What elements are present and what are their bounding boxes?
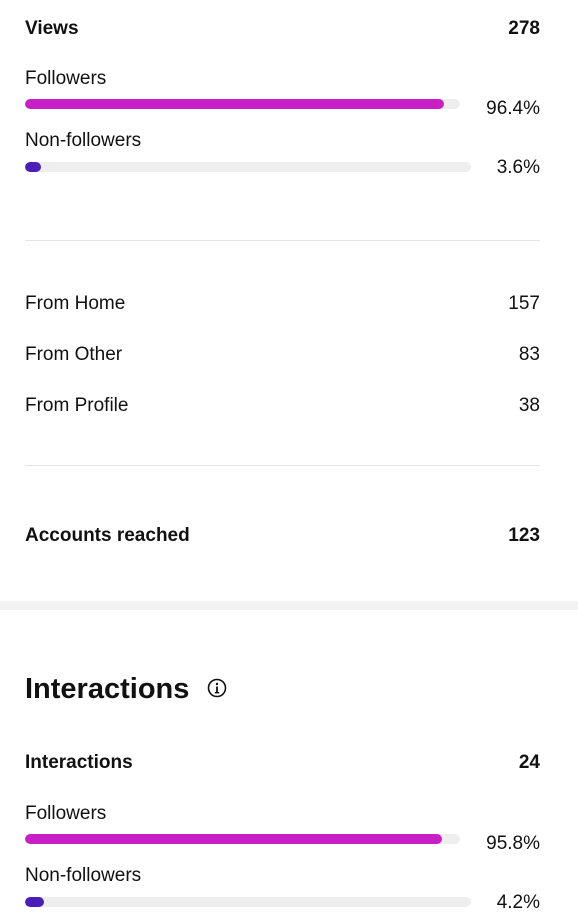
interactions-nonfollowers-bar — [25, 897, 471, 907]
interactions-followers-bar-fill — [25, 834, 442, 844]
views-value: 278 — [508, 18, 540, 39]
interactions-followers-bar — [25, 834, 460, 844]
interactions-label: Interactions — [25, 752, 133, 773]
interactions-followers-percent: 95.8% — [486, 833, 540, 854]
source-row-profile: From Profile 38 — [25, 395, 540, 419]
accounts-reached-row: Accounts reached 123 — [25, 525, 540, 549]
interactions-nonfollowers-bar-fill — [25, 897, 44, 907]
interactions-title: Interactions — [25, 673, 190, 705]
divider — [25, 240, 540, 241]
views-nonfollowers-percent: 3.6% — [496, 157, 540, 178]
accounts-reached-label: Accounts reached — [25, 525, 190, 546]
views-label: Views — [25, 18, 79, 39]
interactions-summary: Interactions 24 — [25, 752, 540, 776]
interactions-followers-label: Followers — [25, 803, 107, 824]
views-followers-percent: 96.4% — [486, 98, 540, 119]
interactions-value: 24 — [518, 752, 540, 773]
source-label: From Other — [25, 344, 123, 365]
interactions-nonfollowers-label: Non-followers — [25, 865, 142, 886]
views-nonfollowers-bar — [25, 162, 471, 172]
interactions-breakdown: Followers 95.8% Non-followers 4.2% — [25, 803, 540, 921]
info-icon[interactable] — [207, 678, 227, 698]
divider — [25, 465, 540, 466]
views-breakdown: Followers 96.4% Non-followers 3.6% — [25, 68, 540, 188]
views-row: Views 278 — [25, 18, 540, 42]
source-value: 38 — [518, 395, 540, 416]
views-nonfollowers-label: Non-followers — [25, 130, 142, 151]
views-sources-list: From Home 157 From Other 83 From Profile… — [25, 293, 540, 423]
accounts-reached-value: 123 — [508, 525, 540, 546]
section-separator — [0, 601, 578, 610]
views-summary: Views 278 — [25, 18, 540, 42]
source-row-home: From Home 157 — [25, 293, 540, 317]
interactions-nonfollowers-percent: 4.2% — [496, 892, 540, 913]
views-followers-label: Followers — [25, 68, 107, 89]
views-followers-bar — [25, 99, 460, 109]
source-value: 157 — [508, 293, 540, 314]
views-followers-bar-fill — [25, 99, 445, 109]
source-value: 83 — [518, 344, 540, 365]
source-label: From Profile — [25, 395, 129, 416]
source-label: From Home — [25, 293, 126, 314]
accounts-reached: Accounts reached 123 — [25, 525, 540, 549]
source-row-other: From Other 83 — [25, 344, 540, 368]
interactions-row: Interactions 24 — [25, 752, 540, 776]
views-nonfollowers-bar-fill — [25, 162, 42, 172]
